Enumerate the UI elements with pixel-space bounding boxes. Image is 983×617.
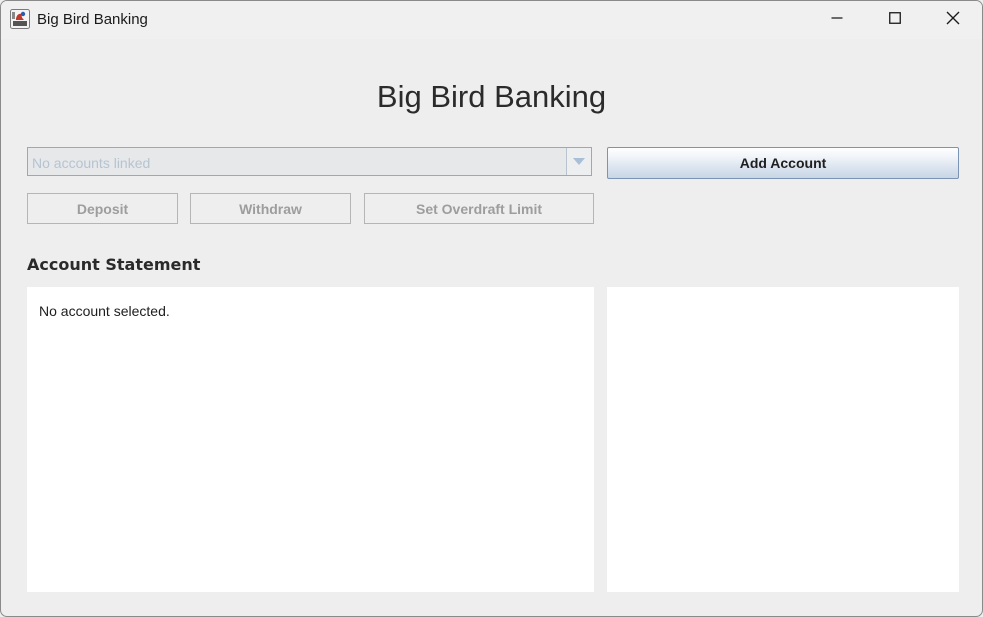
account-statement-label: Account Statement (27, 255, 201, 274)
title-bar[interactable]: Big Bird Banking (1, 1, 982, 39)
app-window: Big Bird Banking Big Bird Banking No acc… (0, 0, 983, 617)
statement-text-area[interactable]: No account selected. (27, 287, 594, 592)
window-title: Big Bird Banking (37, 11, 148, 28)
maximize-icon (889, 11, 901, 29)
account-selector[interactable]: No accounts linked (27, 147, 592, 176)
close-icon (946, 11, 960, 30)
java-app-icon[interactable] (10, 9, 30, 29)
maximize-button[interactable] (866, 1, 924, 39)
deposit-button[interactable]: Deposit (27, 193, 178, 224)
account-details-panel[interactable] (607, 287, 959, 592)
add-account-button[interactable]: Add Account (607, 147, 959, 179)
statement-text: No account selected. (39, 303, 170, 319)
close-button[interactable] (924, 1, 982, 39)
chevron-down-icon (573, 153, 585, 171)
account-selector-value: No accounts linked (32, 155, 151, 171)
minimize-button[interactable] (808, 1, 866, 39)
minimize-icon (831, 11, 843, 29)
withdraw-button[interactable]: Withdraw (190, 193, 351, 224)
set-overdraft-limit-button[interactable]: Set Overdraft Limit (364, 193, 594, 224)
page-title: Big Bird Banking (376, 79, 607, 114)
account-selector-dropdown-button[interactable] (566, 148, 591, 175)
